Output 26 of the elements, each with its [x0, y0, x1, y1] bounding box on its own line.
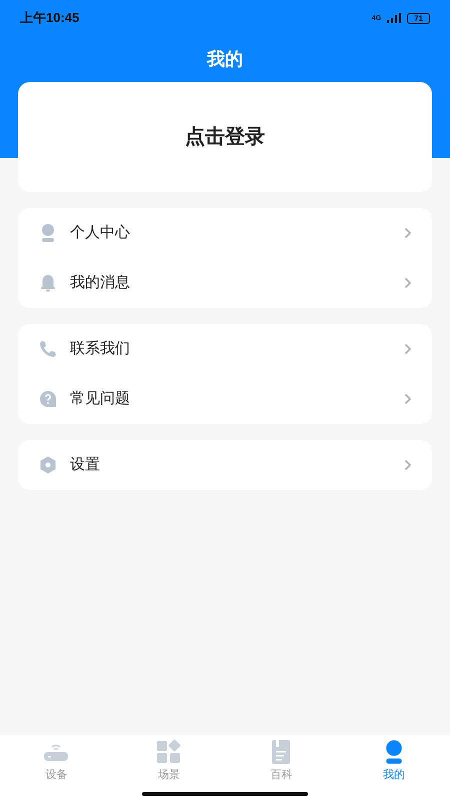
tab-item[interactable]: 我的 [338, 738, 450, 784]
chevron-right-icon [404, 459, 412, 471]
menu-item[interactable]: 个人中心 [18, 208, 432, 258]
menu-label: 个人中心 [70, 222, 131, 243]
settings-icon [38, 455, 58, 475]
status-time: 上午10:45 [20, 9, 80, 28]
signal-icon [387, 13, 402, 23]
grid-icon [156, 738, 182, 765]
battery-indicator: 71 [407, 12, 430, 24]
menu-item[interactable]: 常见问题 [18, 374, 432, 424]
menu-item[interactable]: 设置 [18, 440, 432, 490]
menu-item[interactable]: 我的消息 [18, 258, 432, 308]
login-card[interactable]: 点击登录 [18, 82, 432, 192]
menu-label: 我的消息 [70, 272, 131, 293]
chevron-right-icon [404, 393, 412, 405]
menu-item[interactable]: 联系我们 [18, 324, 432, 374]
chevron-right-icon [404, 277, 412, 289]
chevron-right-icon [404, 343, 412, 355]
chevron-right-icon [404, 227, 412, 239]
menu-label: 常见问题 [70, 388, 131, 409]
menu-label: 联系我们 [70, 338, 131, 359]
menu-label: 设置 [70, 454, 101, 475]
phone-icon [38, 339, 58, 359]
question-icon [38, 389, 58, 409]
page-title: 我的 [207, 48, 243, 70]
bell-icon [38, 273, 58, 293]
